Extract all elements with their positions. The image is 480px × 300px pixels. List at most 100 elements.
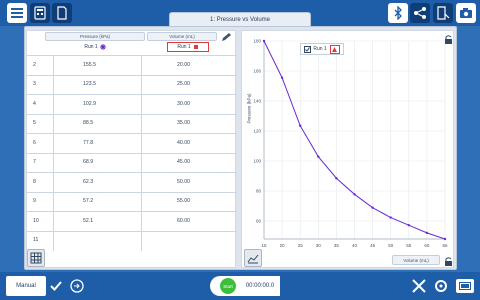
menu-icon — [11, 8, 23, 18]
volume-cell[interactable]: 50.00 — [177, 173, 227, 190]
table-row[interactable]: 9 57.2 55.00 — [27, 191, 237, 210]
bluetooth-button[interactable] — [388, 3, 408, 23]
calculator-button[interactable] — [30, 3, 50, 23]
pressure-cell[interactable]: 102.9 — [83, 95, 133, 112]
pressure-cell[interactable]: 123.5 — [83, 76, 133, 93]
row-number: 8 — [33, 178, 36, 185]
edit-icon[interactable] — [220, 32, 232, 42]
run-selector-pressure-label: Run 1 — [84, 43, 98, 50]
volume-cell[interactable]: 60.00 — [177, 212, 227, 229]
x-tick-label: 25 — [298, 243, 304, 248]
pressure-cell[interactable]: 52.1 — [83, 212, 133, 229]
pressure-cell[interactable]: 62.3 — [83, 173, 133, 190]
table-row[interactable]: 8 62.3 50.00 — [27, 172, 237, 190]
check-icon[interactable] — [50, 280, 62, 292]
data-point[interactable] — [299, 124, 302, 127]
legend-marker-box[interactable] — [329, 44, 340, 54]
y-tick-label: 60 — [256, 219, 262, 224]
graph-tools-button[interactable] — [244, 249, 262, 267]
pressure-cell[interactable]: 68.9 — [83, 154, 133, 171]
table-row[interactable]: 7 68.9 45.00 — [27, 152, 237, 171]
pressure-cell[interactable]: 57.2 — [83, 193, 133, 210]
start-label: Start — [220, 278, 236, 294]
volume-cell[interactable]: 30.00 — [177, 95, 227, 112]
hardware-settings-icon[interactable] — [433, 278, 449, 294]
tools-icon[interactable] — [411, 278, 427, 294]
table-row[interactable]: 11 — [27, 230, 237, 249]
camera-icon — [460, 8, 472, 18]
notes-button[interactable] — [52, 3, 72, 23]
calculator-icon — [34, 6, 46, 20]
table-row[interactable]: 5 88.5 35.00 — [27, 113, 237, 132]
x-axis-title[interactable]: Volume (mL) — [392, 255, 440, 265]
mode-button[interactable]: Manual — [6, 276, 46, 296]
column-header-volume[interactable]: Volume (mL) — [147, 32, 217, 41]
pressure-cell[interactable] — [83, 232, 133, 249]
table-row[interactable]: 10 52.1 60.00 — [27, 211, 237, 229]
data-point[interactable] — [407, 224, 410, 227]
x-tick-label: 50 — [388, 243, 394, 248]
column-divider — [53, 55, 54, 251]
unlock-icon[interactable] — [444, 35, 453, 44]
volume-cell[interactable]: 35.00 — [177, 115, 227, 132]
start-button[interactable]: Start — [210, 276, 240, 296]
data-point[interactable] — [280, 76, 284, 79]
volume-cell[interactable] — [177, 232, 227, 249]
data-point[interactable] — [371, 206, 374, 209]
table-tools-button[interactable] — [27, 249, 45, 267]
data-point[interactable] — [389, 216, 392, 219]
volume-cell[interactable]: 40.00 — [177, 134, 227, 151]
data-point[interactable] — [335, 177, 338, 180]
tab-pressure-vs-volume[interactable]: 1: Pressure vs Volume — [169, 12, 311, 26]
y-tick-label: 120 — [253, 129, 261, 134]
volume-cell[interactable]: 20.00 — [177, 56, 227, 73]
checkbox-icon[interactable] — [304, 45, 312, 53]
table-row[interactable]: 2 155.5 20.00 — [27, 55, 237, 73]
table-row[interactable]: 4 102.9 30.00 — [27, 94, 237, 112]
unlock-icon[interactable] — [444, 257, 453, 266]
run-selector-pressure[interactable]: Run 1 — [75, 42, 115, 51]
table-row[interactable]: 6 77.8 40.00 — [27, 133, 237, 151]
sensor-icon — [459, 282, 471, 290]
column-header-pressure[interactable]: Pressure (kPa) — [45, 32, 145, 41]
bottom-bar: Manual Start 00:00:00.0 — [0, 272, 480, 300]
y-tick-label: 180 — [253, 39, 261, 44]
share-icon — [414, 7, 426, 19]
x-tick-label: 55 — [406, 243, 412, 248]
data-point[interactable] — [353, 193, 356, 196]
x-tick-label: 40 — [352, 243, 358, 248]
series-marker-icon — [332, 46, 338, 52]
sensor-button[interactable] — [456, 279, 474, 293]
pressure-cell[interactable]: 88.5 — [83, 115, 133, 132]
x-tick-label: 65 — [442, 243, 448, 248]
row-number: 5 — [33, 120, 36, 127]
volume-cell[interactable]: 25.00 — [177, 76, 227, 93]
sampling-options-icon[interactable] — [70, 279, 84, 293]
x-tick-label: 15 — [261, 243, 267, 248]
share-button[interactable] — [410, 3, 430, 23]
row-number: 9 — [33, 198, 36, 205]
x-tick-label: 20 — [280, 243, 286, 248]
snapshot-button[interactable] — [456, 3, 476, 23]
volume-cell[interactable]: 55.00 — [177, 193, 227, 210]
journal-button[interactable] — [433, 3, 453, 23]
volume-cell[interactable]: 45.00 — [177, 154, 227, 171]
series-marker-icon — [99, 43, 106, 50]
x-tick-label: 35 — [334, 243, 340, 248]
data-point[interactable] — [443, 237, 447, 241]
data-table: Pressure (kPa) Volume (mL) Run 1 Run 1 2… — [26, 30, 237, 268]
table-row[interactable]: 3 123.5 25.00 — [27, 74, 237, 93]
pressure-cell[interactable]: 77.8 — [83, 134, 133, 151]
menu-button[interactable] — [7, 3, 27, 23]
pressure-volume-chart[interactable]: 15 20 25 30 35 40 45 50 55 60 65 60 80 100 120 140 160 18… — [242, 31, 455, 269]
y-tick-label: 80 — [256, 189, 262, 194]
legend-label: Run 1 — [313, 46, 327, 52]
data-point[interactable] — [317, 155, 320, 158]
pressure-cell[interactable]: 155.5 — [83, 56, 133, 73]
data-point[interactable] — [262, 39, 266, 43]
timer-display: 00:00:00.0 — [240, 276, 280, 296]
row-number: 7 — [33, 159, 36, 166]
legend[interactable]: Run 1 — [300, 43, 344, 55]
run-selector-volume[interactable]: Run 1 — [167, 42, 209, 52]
data-point[interactable] — [425, 231, 429, 235]
